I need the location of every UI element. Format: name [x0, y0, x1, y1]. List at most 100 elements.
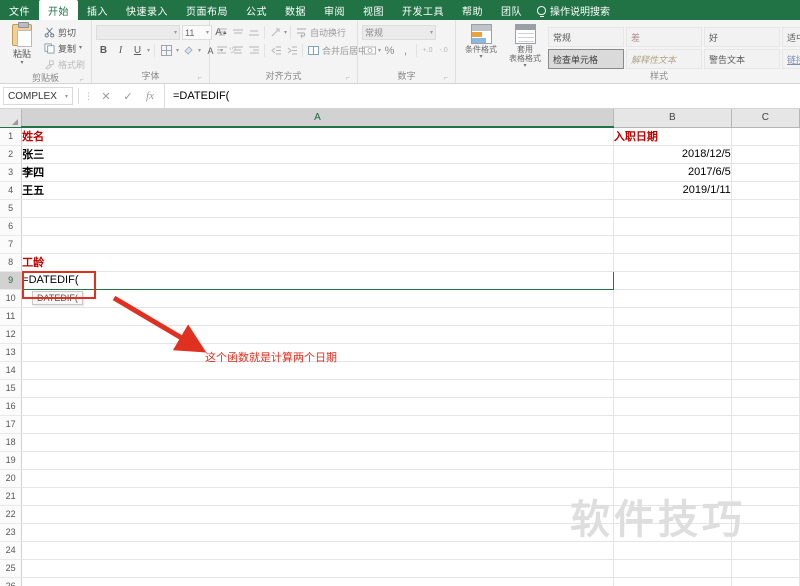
font-dialog-launcher[interactable]: ⌐	[196, 75, 203, 82]
row-header-22[interactable]: 22	[0, 505, 23, 524]
cell-C7[interactable]	[731, 235, 800, 254]
cell-B1[interactable]: 入职日期	[613, 127, 732, 146]
name-box[interactable]: COMPLEX ▾	[3, 87, 73, 105]
cell-C2[interactable]	[731, 145, 800, 164]
confirm-check-icon[interactable]: ✓	[122, 90, 134, 103]
cell-A17[interactable]	[21, 415, 614, 434]
cell-C9[interactable]	[731, 271, 800, 290]
formula-input[interactable]: =DATEDIF(	[164, 84, 800, 108]
ribbon-tab-5[interactable]: 页面布局	[177, 0, 237, 20]
row-header-26[interactable]: 26	[0, 577, 23, 586]
insert-function-icon[interactable]: fx	[144, 90, 156, 102]
bold-button[interactable]: B	[96, 43, 111, 58]
currency-icon[interactable]	[362, 43, 377, 58]
row-header-18[interactable]: 18	[0, 433, 23, 452]
copy-chevron-down-icon[interactable]: ▾	[79, 45, 82, 51]
cell-C12[interactable]	[731, 325, 800, 344]
cell-A1[interactable]: 姓名	[21, 127, 614, 146]
cell-A24[interactable]	[21, 541, 614, 560]
font-name-chevron-down-icon[interactable]: ▾	[174, 29, 177, 36]
cell-style-6[interactable]: 解释性文本	[626, 49, 703, 69]
cut-button[interactable]: 剪切	[42, 25, 87, 40]
cell-C11[interactable]	[731, 307, 800, 326]
row-header-7[interactable]: 7	[0, 235, 23, 254]
cell-B2[interactable]: 2018/12/5	[613, 145, 732, 164]
chevron-down-icon[interactable]: ▾	[20, 60, 23, 66]
cell-B13[interactable]	[613, 343, 732, 362]
cell-A21[interactable]	[21, 487, 614, 506]
cell-styles-gallery[interactable]: 常规差好适中检查单元格解释性文本警告文本链接	[548, 24, 800, 69]
cell-B19[interactable]	[613, 451, 732, 470]
cell-B3[interactable]: 2017/6/5	[613, 163, 732, 182]
cell-B17[interactable]	[613, 415, 732, 434]
number-format-select[interactable]: 常规 ▾	[362, 25, 437, 40]
cell-A4[interactable]: 王五	[21, 181, 614, 200]
cell-A10[interactable]	[21, 289, 614, 308]
ribbon-tab-12[interactable]: 团队	[492, 0, 531, 20]
cell-A25[interactable]	[21, 559, 614, 578]
cell-A6[interactable]	[21, 217, 614, 236]
alignment-dialog-launcher[interactable]: ⌐	[344, 75, 351, 82]
tell-me-search[interactable]: 操作说明搜索	[531, 0, 610, 20]
orientation-chevron-down-icon[interactable]: ▾	[284, 29, 287, 36]
copy-button[interactable]: 复制 ▾	[42, 41, 87, 56]
cell-C13[interactable]	[731, 343, 800, 362]
underline-button[interactable]: U	[130, 43, 145, 58]
cell-C1[interactable]	[731, 127, 800, 146]
align-right-icon[interactable]	[246, 43, 261, 58]
row-header-24[interactable]: 24	[0, 541, 23, 560]
cell-B8[interactable]	[613, 253, 732, 272]
row-header-23[interactable]: 23	[0, 523, 23, 542]
cell-B26[interactable]	[613, 577, 732, 586]
cell-C6[interactable]	[731, 217, 800, 236]
ribbon-tab-2[interactable]: 开始	[39, 0, 78, 20]
font-size-chevron-down-icon[interactable]: ▾	[206, 29, 209, 36]
cell-B7[interactable]	[613, 235, 732, 254]
row-header-4[interactable]: 4	[0, 181, 23, 200]
align-center-icon[interactable]	[230, 43, 245, 58]
cell-A12[interactable]	[21, 325, 614, 344]
cell-style-7[interactable]: 警告文本	[704, 49, 781, 69]
table-chevron-down-icon[interactable]: ▾	[524, 63, 527, 69]
clipboard-dialog-launcher[interactable]: ⌐	[78, 77, 85, 83]
cell-B20[interactable]	[613, 469, 732, 488]
cell-C3[interactable]	[731, 163, 800, 182]
italic-button[interactable]: I	[113, 43, 128, 58]
row-header-15[interactable]: 15	[0, 379, 23, 398]
row-header-2[interactable]: 2	[0, 145, 23, 164]
format-as-table-button[interactable]: 套用 表格格式 ▾	[504, 24, 546, 69]
currency-chevron-down-icon[interactable]: ▾	[378, 47, 381, 54]
ribbon-tab-4[interactable]: 快速录入	[117, 0, 177, 20]
conditional-formatting-button[interactable]: 条件格式 ▾	[460, 24, 502, 60]
row-header-11[interactable]: 11	[0, 307, 23, 326]
row-header-3[interactable]: 3	[0, 163, 23, 182]
cell-A2[interactable]: 张三	[21, 145, 614, 164]
borders-icon[interactable]	[159, 43, 174, 58]
ribbon-tab-10[interactable]: 开发工具	[393, 0, 453, 20]
cell-B14[interactable]	[613, 361, 732, 380]
row-header-9[interactable]: 9	[0, 271, 23, 290]
cell-A15[interactable]	[21, 379, 614, 398]
cell-style-5[interactable]: 检查单元格	[548, 49, 625, 69]
cell-C5[interactable]	[731, 199, 800, 218]
cell-A8[interactable]: 工龄	[21, 253, 614, 272]
row-header-25[interactable]: 25	[0, 559, 23, 578]
number-dialog-launcher[interactable]: ⌐	[442, 75, 449, 82]
cancel-x-icon[interactable]: ✕	[100, 90, 112, 103]
row-header-16[interactable]: 16	[0, 397, 23, 416]
align-bottom-icon[interactable]	[246, 25, 261, 40]
percent-style-button[interactable]: %	[382, 43, 397, 58]
spreadsheet-grid[interactable]: A B C 1 姓名 入职日期 2 张三 2018/12/5 3 李四 2017/6/5 4 王五 2019…	[0, 109, 800, 586]
cell-B5[interactable]	[613, 199, 732, 218]
cell-style-1[interactable]: 常规	[548, 27, 625, 47]
increase-indent-icon[interactable]	[284, 43, 299, 58]
cell-A20[interactable]	[21, 469, 614, 488]
cell-A5[interactable]	[21, 199, 614, 218]
comma-style-button[interactable]: ,	[398, 43, 413, 58]
align-left-icon[interactable]	[214, 43, 229, 58]
cell-B9[interactable]	[613, 271, 732, 290]
select-all-corner[interactable]	[0, 109, 23, 128]
cell-B25[interactable]	[613, 559, 732, 578]
ribbon-tab-3[interactable]: 插入	[78, 0, 117, 20]
cell-C20[interactable]	[731, 469, 800, 488]
